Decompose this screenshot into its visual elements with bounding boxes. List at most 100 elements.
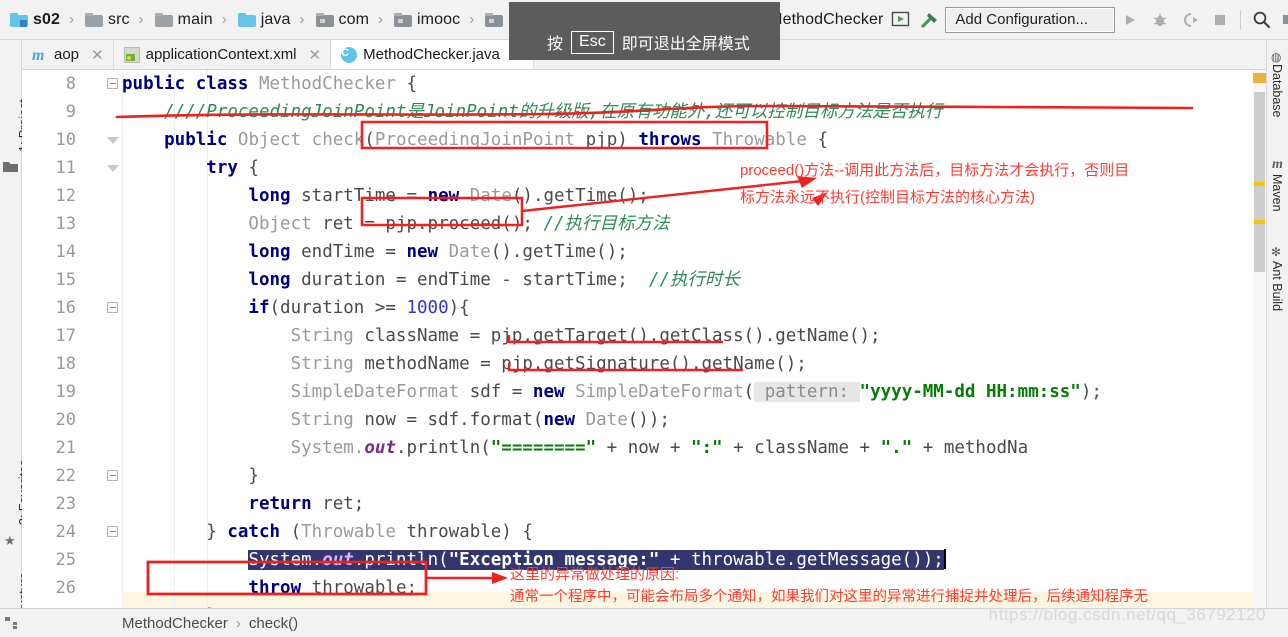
breadcrumb-item-s02[interactable]: s02 › (8, 0, 83, 40)
run-anything-icon[interactable] (885, 5, 915, 35)
source-folder-icon (237, 12, 256, 27)
tooltip-prefix: 按 (547, 36, 564, 53)
spring-xml-icon (123, 46, 140, 63)
chevron-right-icon: › (221, 11, 227, 28)
line-number: 25 (55, 550, 76, 570)
line-number: 11 (55, 158, 76, 178)
code-line-26: throw throwable; (122, 578, 418, 598)
java-class-icon: C (341, 46, 358, 63)
code-line-12: long startTime = new Date().getTime(); (122, 186, 649, 206)
tab-applicationcontext-xml[interactable]: applicationContext.xml ✕ (113, 40, 332, 69)
code-line-22: } (122, 466, 259, 486)
annotation-throw-line1: 这里的异常做处理的原因: (510, 566, 680, 583)
line-number: 21 (55, 438, 76, 458)
line-number: 18 (55, 354, 76, 374)
code-fold-marker[interactable] (106, 162, 119, 175)
package-icon (394, 12, 413, 27)
package-icon (315, 12, 334, 27)
editor-vertical-scrollbar[interactable] (1253, 70, 1266, 608)
close-icon[interactable]: ✕ (91, 46, 104, 64)
ant-icon: ✻ (1271, 245, 1282, 259)
star-icon: ★ (4, 533, 16, 548)
debug-icon[interactable] (1145, 5, 1175, 35)
line-number: 8 (65, 74, 76, 94)
ide-window: s02 › src › main › java › com › imooc › … (0, 0, 1288, 637)
breadcrumb-label: s02 (33, 10, 60, 28)
close-icon[interactable]: ✕ (309, 46, 322, 64)
coverage-icon[interactable] (1175, 5, 1205, 35)
chevron-right-icon: › (235, 614, 241, 632)
left-tool-window-strip: 1: Project 2: Favorites ★ 7: Structure (0, 40, 31, 637)
sidebar-item-database[interactable]: Database (1270, 64, 1284, 118)
line-number: 22 (55, 466, 76, 486)
code-fold-marker[interactable] (106, 78, 119, 91)
code-fold-marker[interactable] (106, 470, 119, 483)
run-icon[interactable] (1115, 5, 1145, 35)
maven-icon: m (1272, 157, 1283, 172)
line-number: 19 (55, 382, 76, 402)
scrollbar-error-marker[interactable] (1254, 182, 1265, 186)
breadcrumb-class[interactable]: MethodChecker (122, 615, 228, 632)
code-editor[interactable]: 8 9 10 11 12 13 14 15 16 17 18 19 20 21 … (22, 70, 1266, 608)
structure-view-icon[interactable] (5, 616, 19, 629)
code-content[interactable]: public class MethodChecker { ////Proceed… (122, 70, 1266, 608)
editor-gutter[interactable]: 8 9 10 11 12 13 14 15 16 17 18 19 20 21 … (22, 70, 122, 608)
stop-icon[interactable] (1205, 5, 1235, 35)
code-line-10: public Object check(ProceedingJoinPoint … (122, 130, 828, 150)
watermark: https://blog.csdn.net/qq_36792120 (988, 605, 1266, 624)
annotation-throw-line2: 通常一个程序中，可能会布局多个通知，如果我们对这里的异常进行捕捉并处理后，后续通… (510, 589, 1148, 605)
toolbar-actions: Add Configuration... (885, 5, 1288, 35)
breadcrumb-method[interactable]: check() (249, 615, 298, 632)
line-number: 13 (55, 214, 76, 234)
package-icon (485, 12, 504, 27)
breadcrumb-label: MethodChecker (769, 10, 884, 28)
breadcrumb-label: java (260, 10, 291, 28)
scrollbar-error-marker[interactable] (1254, 220, 1265, 224)
tool-window-label: Ant Build (1270, 261, 1284, 312)
breadcrumb-item-com[interactable]: com › (314, 0, 393, 40)
sidebar-item-ant-build[interactable]: Ant Build (1270, 261, 1284, 311)
chevron-right-icon: › (138, 11, 144, 28)
code-line-8: public class MethodChecker { (122, 74, 418, 94)
annotation-proceed-line1: proceed()方法--调用此方法后，目标方法才会执行，否则目 (740, 162, 1130, 179)
line-number: 26 (55, 578, 76, 598)
search-everywhere-icon[interactable] (1246, 5, 1276, 35)
build-hammer-icon[interactable] (915, 5, 945, 35)
breadcrumb-item-java[interactable]: java › (236, 0, 314, 40)
line-number: 17 (55, 326, 76, 346)
code-line-19: SimpleDateFormat sdf = new SimpleDateFor… (122, 382, 1102, 402)
breadcrumb-item-imooc[interactable]: imooc › (392, 0, 483, 40)
breadcrumb-label: com (338, 10, 370, 28)
tooltip-suffix: 即可退出全屏模式 (621, 36, 750, 53)
code-line-16: if(duration >= 1000){ (122, 298, 470, 318)
chevron-right-icon: › (378, 11, 384, 28)
sidebar-item-maven[interactable]: Maven (1270, 174, 1284, 212)
add-configuration-button[interactable]: Add Configuration... (945, 6, 1116, 33)
code-fold-marker[interactable] (106, 302, 119, 315)
breadcrumb-label: src (108, 10, 130, 28)
tab-label: aop (54, 46, 80, 63)
folder-icon (154, 12, 173, 27)
breadcrumb-label: imooc (417, 10, 461, 28)
folder-icon (85, 12, 103, 27)
scrollbar-warning-marker[interactable] (1253, 73, 1266, 83)
chevron-right-icon: › (69, 11, 74, 28)
code-breadcrumb: MethodChecker › check() (122, 615, 298, 632)
code-fold-marker[interactable] (106, 134, 119, 147)
breadcrumb-item-src[interactable]: src › (83, 0, 153, 40)
database-icon: ◍ (1271, 50, 1282, 64)
line-number: 12 (55, 186, 76, 206)
maven-module-icon: m (32, 46, 45, 64)
esc-key-badge: Esc (571, 30, 614, 54)
fullscreen-exit-tooltip: 按 Esc 即可退出全屏模式 (509, 2, 780, 60)
tab-methodchecker-java[interactable]: C MethodChecker.java ✕ (331, 40, 535, 69)
project-structure-icon[interactable] (1276, 5, 1288, 35)
code-fold-marker[interactable] (106, 526, 119, 539)
code-line-9: ////ProceedingJoinPoint是JoinPoint的升级版,在原… (122, 102, 943, 122)
breadcrumb-label: main (177, 10, 213, 28)
tab-aop[interactable]: m aop ✕ (22, 40, 114, 69)
code-line-15: long duration = endTime - startTime; //执… (122, 270, 740, 290)
code-line-24: } catch (Throwable throwable) { (122, 522, 533, 542)
breadcrumb-item-main[interactable]: main › (153, 0, 236, 40)
tab-label: applicationContext.xml (145, 46, 297, 63)
